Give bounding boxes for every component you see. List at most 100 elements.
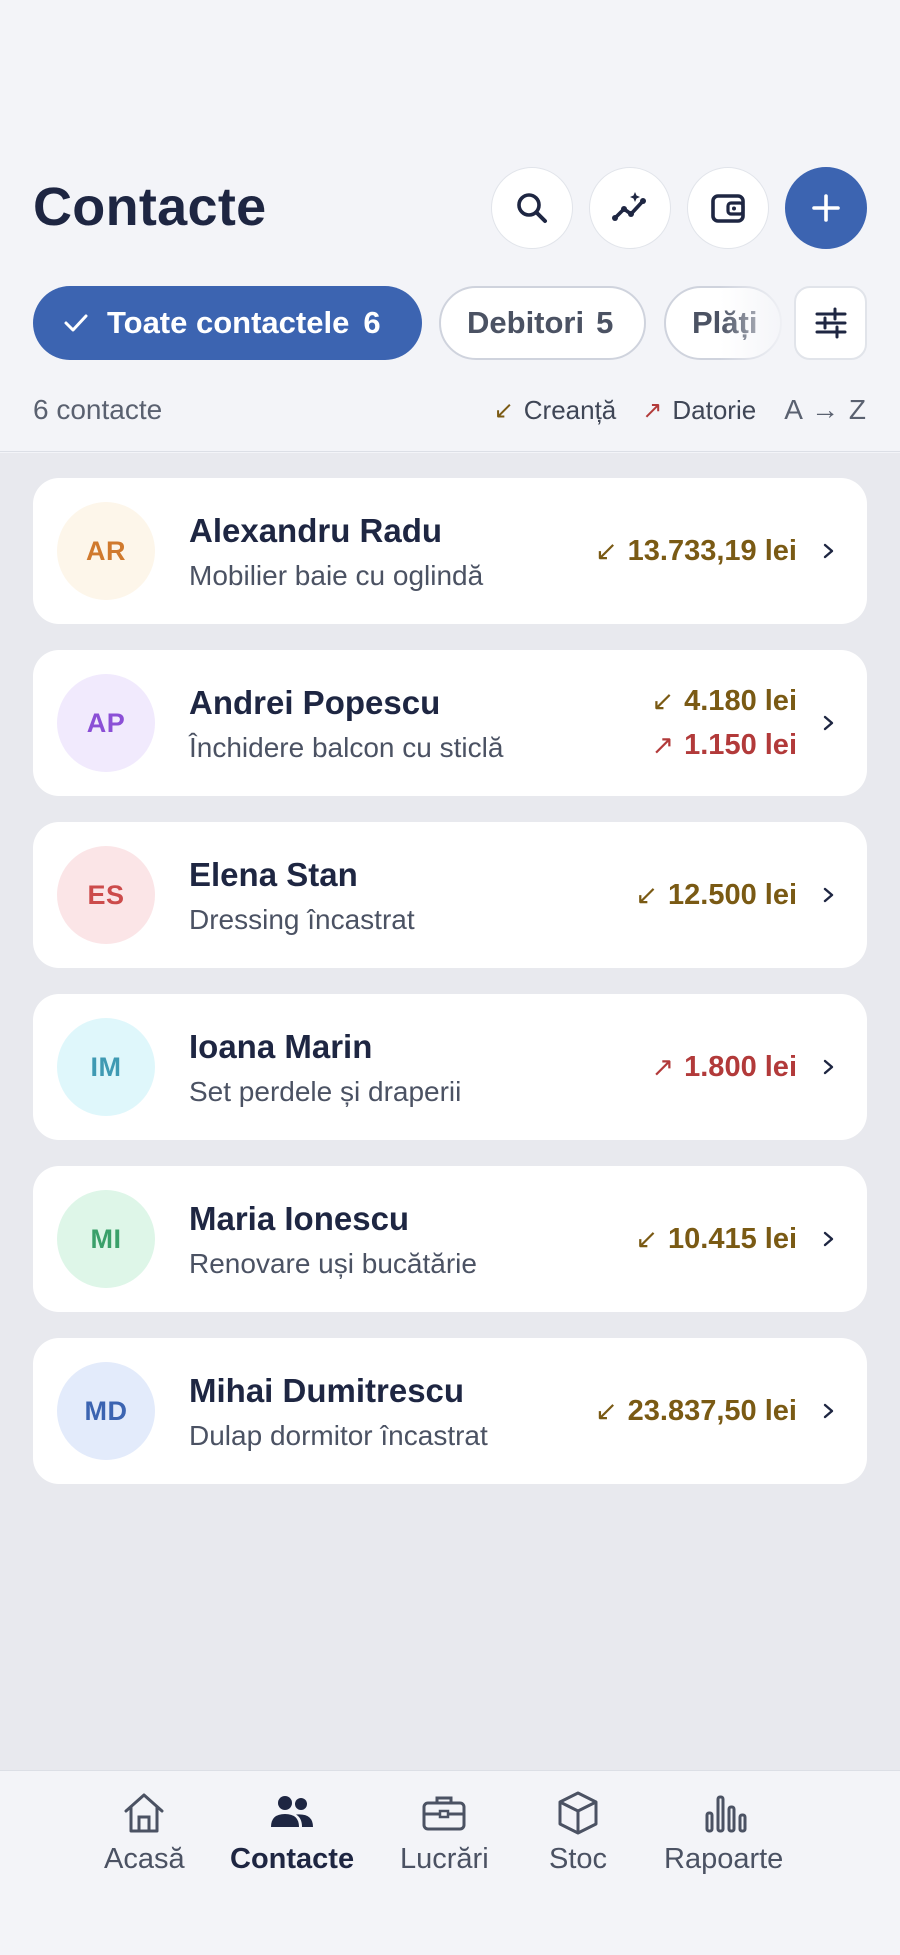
balance-amounts: ↗ 1.800 lei (652, 994, 798, 1140)
debt-arrow-icon: ↗ (642, 396, 663, 424)
credit-amount: ↙ 12.500 lei (635, 873, 797, 917)
contact-card[interactable]: AR Alexandru Radu Mobilier baie cu oglindă… (33, 478, 867, 624)
credit-amount: ↙ 23.837,50 lei (595, 1389, 797, 1433)
credit-value: 4.180 lei (684, 685, 797, 717)
contact-card[interactable]: IM Ioana Marin Set perdele și draperii ↗ 1.8… (33, 994, 867, 1140)
filter-chip-label: Toate contactele (107, 305, 350, 340)
debt-value: 1.150 lei (684, 729, 797, 761)
bottom-nav: Acasă Contacte Lucrări Stoc Rapoarte (0, 1770, 900, 1955)
contact-subtitle: Dulap dormitor încastrat (189, 1420, 488, 1451)
chevron-right-icon (823, 715, 834, 731)
wallet-icon (711, 194, 745, 223)
wallet-button[interactable] (687, 167, 769, 249)
nav-item-reports[interactable]: Rapoarte (664, 1787, 783, 1876)
avatar: MD (57, 1362, 155, 1460)
debt-arrow-icon: ↗ (651, 1052, 675, 1082)
credit-amount: ↙ 10.415 lei (635, 1217, 797, 1261)
contact-card[interactable]: ES Elena Stan Dressing încastrat ↙ 12.500 le… (33, 822, 867, 968)
nav-item-home[interactable]: Acasă (104, 1787, 185, 1876)
insights-icon (612, 192, 646, 221)
contact-name: Mihai Dumitrescu (189, 1372, 465, 1409)
contact-card[interactable]: MD Mihai Dumitrescu Dulap dormitor încastr… (33, 1338, 867, 1484)
contact-name: Elena Stan (189, 856, 358, 893)
filter-chip-count: 5 (596, 305, 614, 340)
debt-amount: ↗ 1.800 lei (652, 1045, 798, 1089)
debt-value: 1.800 lei (684, 1051, 797, 1083)
legend: ↙ Creanță ↗ Datorie A → Z (468, 394, 867, 426)
contact-subtitle: Set perdele și draperii (189, 1076, 462, 1107)
check-icon (64, 314, 88, 332)
contact-count: 6 contacte (33, 394, 163, 425)
chevron-right-icon (823, 1231, 834, 1247)
nav-label: Acasă (104, 1843, 185, 1875)
credit-value: 23.837,50 lei (627, 1395, 797, 1427)
contact-name: Alexandru Radu (189, 512, 443, 549)
credit-value: 12.500 lei (668, 879, 797, 911)
sort-toggle[interactable]: A → Z (784, 394, 867, 426)
balance-amounts: ↙ 23.837,50 lei (595, 1338, 797, 1484)
search-button[interactable] (491, 167, 573, 249)
contact-name: Maria Ionescu (189, 1200, 410, 1237)
briefcase-icon (422, 1796, 466, 1831)
contact-name: Andrei Popescu (189, 684, 441, 721)
chevron-right-icon (823, 887, 834, 903)
chevron-right-icon (823, 543, 834, 559)
credit-arrow-icon: ↙ (635, 1224, 658, 1254)
credit-amount: ↙ 13.733,19 lei (595, 529, 797, 573)
bar-chart-icon (705, 1795, 747, 1833)
avatar: ES (57, 846, 155, 944)
debt-amount: ↗ 1.150 lei (652, 723, 798, 767)
box-icon (558, 1791, 598, 1835)
nav-item-contacts[interactable]: Contacte (230, 1787, 354, 1876)
legend-debt-label: Datorie (672, 394, 757, 425)
contact-subtitle: Închidere balcon cu sticlă (189, 732, 504, 763)
contact-card[interactable]: MI Maria Ionescu Renovare uși bucătărie ↙ 10… (33, 1166, 867, 1312)
nav-label: Lucrări (400, 1843, 489, 1875)
contact-card[interactable]: AP Andrei Popescu Închidere balcon cu stic… (33, 650, 867, 796)
credit-value: 13.733,19 lei (627, 535, 797, 567)
balance-amounts: ↙ 13.733,19 lei (595, 478, 797, 624)
filter-settings-button[interactable] (794, 286, 867, 360)
chevron-right-icon (823, 1403, 834, 1419)
debt-arrow-icon: ↗ (651, 730, 675, 760)
add-contact-button[interactable] (785, 167, 867, 249)
avatar: AP (57, 674, 155, 772)
filter-chip-all[interactable]: Toate contactele 6 (33, 286, 422, 360)
contact-subtitle: Dressing încastrat (189, 904, 415, 935)
sliders-icon (815, 307, 846, 339)
credit-arrow-icon: ↙ (595, 1396, 618, 1426)
nav-label: Contacte (230, 1843, 355, 1875)
credit-value: 10.415 lei (668, 1223, 797, 1255)
legend-credit: ↙ Creanță (494, 395, 617, 426)
insights-button[interactable] (589, 167, 671, 249)
chip-scroll-fade (720, 286, 790, 360)
nav-item-stock[interactable]: Stoc (549, 1787, 607, 1876)
filter-chip-count: 6 (363, 305, 381, 340)
plus-icon (812, 194, 840, 222)
avatar: IM (57, 1018, 155, 1116)
credit-amount: ↙ 4.180 lei (652, 679, 798, 723)
contact-name: Ioana Marin (189, 1028, 373, 1065)
header: Contacte Toate contactele 6 Debitori 5 6… (0, 0, 900, 452)
credit-arrow-icon: ↙ (595, 536, 618, 566)
nav-label: Stoc (549, 1843, 608, 1875)
legend-credit-label: Creanță (523, 394, 617, 425)
filter-chip-debtors[interactable]: Debitori 5 (439, 286, 646, 360)
chevron-right-icon (823, 1059, 834, 1075)
balance-amounts: ↙ 12.500 lei (635, 822, 797, 968)
contact-list: AR Alexandru Radu Mobilier baie cu oglindă… (0, 453, 900, 1770)
balance-amounts: ↙ 4.180 lei ↗ 1.150 lei (652, 650, 798, 796)
page-title: Contacte (33, 177, 267, 237)
legend-debt: ↗ Datorie (642, 395, 756, 426)
credit-arrow-icon: ↙ (635, 880, 658, 910)
avatar: MI (57, 1190, 155, 1288)
contact-subtitle: Renovare uși bucătărie (189, 1248, 477, 1279)
balance-amounts: ↙ 10.415 lei (635, 1166, 797, 1312)
credit-arrow-icon: ↙ (651, 686, 675, 716)
nav-item-jobs[interactable]: Lucrări (400, 1787, 489, 1876)
people-icon (271, 1796, 314, 1827)
filter-chip-label: Debitori (467, 305, 585, 340)
contact-subtitle: Mobilier baie cu oglindă (189, 560, 484, 591)
avatar: AR (57, 502, 155, 600)
home-icon (124, 1793, 164, 1833)
